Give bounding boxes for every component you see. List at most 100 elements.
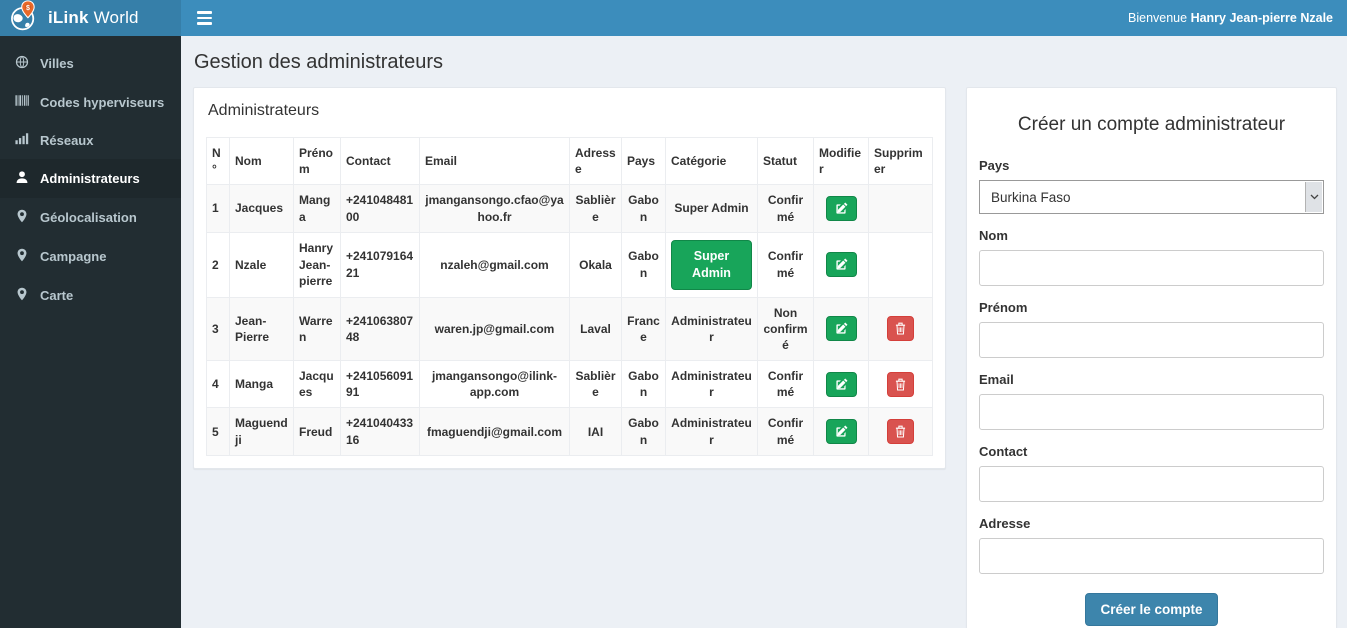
edit-button[interactable] bbox=[825, 371, 857, 397]
cell-email: nzaleh@gmail.com bbox=[419, 231, 570, 298]
sidebar: Villes Codes hyperviseurs Réseaux Admini… bbox=[0, 36, 181, 628]
email-field[interactable] bbox=[979, 394, 1324, 430]
cell-prenom: Jacques bbox=[293, 360, 341, 409]
adresse-label: Adresse bbox=[979, 516, 1031, 531]
cell-categorie: Administrateur bbox=[665, 296, 758, 362]
cell-prenom: Hanry Jean-pierre bbox=[293, 231, 341, 298]
pays-select[interactable]: Burkina Faso bbox=[979, 180, 1324, 214]
cell-adresse: Sablière bbox=[569, 184, 622, 233]
cell-pays: Gabon bbox=[621, 360, 666, 409]
table-row: 2 Nzale Hanry Jean-pierre +24107916421 n… bbox=[206, 231, 933, 298]
col-header-categorie: Catégorie bbox=[665, 136, 758, 186]
col-header-pays: Pays bbox=[621, 136, 666, 186]
delete-button[interactable] bbox=[887, 419, 914, 445]
cell-supprimer-empty bbox=[868, 231, 933, 298]
edit-button[interactable] bbox=[825, 316, 857, 342]
user-icon bbox=[15, 170, 29, 187]
sidebar-item-carte[interactable]: Carte bbox=[0, 276, 181, 315]
cell-numero: 1 bbox=[206, 184, 230, 233]
nom-field[interactable] bbox=[979, 250, 1324, 286]
cell-numero: 3 bbox=[206, 296, 230, 362]
brand-logo[interactable]: $ iLink World bbox=[0, 0, 181, 36]
edit-button[interactable] bbox=[825, 252, 857, 278]
cell-nom: Maguendji bbox=[229, 407, 294, 456]
sidebar-item-administrateurs[interactable]: Administrateurs bbox=[0, 159, 181, 198]
sidebar-item-label: Campagne bbox=[40, 249, 107, 264]
cell-contact: +24104848100 bbox=[340, 184, 420, 233]
cell-adresse: Laval bbox=[569, 296, 622, 362]
welcome-user[interactable]: Bienvenue Hanry Jean-pierre Nzale bbox=[1128, 11, 1333, 25]
col-header-adresse: Adresse bbox=[569, 136, 622, 186]
cell-statut: Non confirmé bbox=[757, 296, 814, 362]
contact-label: Contact bbox=[979, 444, 1028, 459]
cell-nom: Jean-Pierre bbox=[229, 296, 294, 362]
cell-pays: France bbox=[621, 296, 666, 362]
chevron-down-icon bbox=[1305, 182, 1322, 212]
cell-email: jmangansongo@ilink-app.com bbox=[419, 360, 570, 409]
sidebar-item-label: Codes hyperviseurs bbox=[40, 94, 165, 110]
cell-numero: 2 bbox=[206, 231, 230, 298]
cell-email: fmaguendji@gmail.com bbox=[419, 407, 570, 456]
cell-supprimer-empty bbox=[868, 184, 933, 233]
col-header-contact: Contact bbox=[340, 136, 420, 186]
table-row: 3 Jean-Pierre Warren +24106380748 waren.… bbox=[206, 296, 933, 362]
col-header-numero: N° bbox=[206, 136, 230, 186]
cell-pays: Gabon bbox=[621, 184, 666, 233]
delete-button[interactable] bbox=[887, 316, 914, 342]
edit-button[interactable] bbox=[825, 419, 857, 445]
sidebar-item-geolocalisation[interactable]: Géolocalisation bbox=[0, 198, 181, 237]
cell-adresse: Okala bbox=[569, 231, 622, 298]
table-header-row: N° Nom Prénom Contact Email Adresse Pays… bbox=[206, 136, 933, 186]
sidebar-item-codes-hyperviseurs[interactable]: Codes hyperviseurs bbox=[0, 83, 181, 121]
sidebar-item-label: Carte bbox=[40, 288, 74, 303]
top-navbar: Bienvenue Hanry Jean-pierre Nzale bbox=[181, 0, 1347, 36]
cell-statut: Confirmé bbox=[757, 407, 814, 456]
col-header-statut: Statut bbox=[757, 136, 814, 186]
sidebar-toggle-icon[interactable] bbox=[195, 7, 214, 28]
map-marker-icon bbox=[15, 209, 29, 226]
create-account-button[interactable]: Créer le compte bbox=[1085, 593, 1218, 626]
email-label: Email bbox=[979, 372, 1014, 387]
cell-nom: Manga bbox=[229, 360, 294, 409]
adresse-field[interactable] bbox=[979, 538, 1324, 574]
cell-statut: Confirmé bbox=[757, 184, 814, 233]
create-admin-panel: Créer un compte administrateur Pays Burk… bbox=[966, 87, 1337, 628]
sidebar-item-reseaux[interactable]: Réseaux bbox=[0, 121, 181, 159]
main-content: Gestion des administrateurs Administrate… bbox=[181, 36, 1347, 628]
col-header-nom: Nom bbox=[229, 136, 294, 186]
brand-name: iLink World bbox=[48, 8, 139, 27]
cell-nom: Jacques bbox=[229, 184, 294, 233]
cell-prenom: Warren bbox=[293, 296, 341, 362]
cell-prenom: Manga bbox=[293, 184, 341, 233]
cell-email: jmangansongo.cfao@yahoo.fr bbox=[419, 184, 570, 233]
cell-statut: Confirmé bbox=[757, 360, 814, 409]
pays-label: Pays bbox=[979, 158, 1010, 173]
edit-button[interactable] bbox=[825, 196, 857, 222]
col-header-email: Email bbox=[419, 136, 570, 186]
super-admin-badge-button[interactable]: Super Admin bbox=[671, 239, 752, 290]
contact-field[interactable] bbox=[979, 466, 1324, 502]
prenom-field[interactable] bbox=[979, 322, 1324, 358]
sidebar-item-label: Géolocalisation bbox=[40, 210, 137, 225]
cell-categorie: Administrateur bbox=[665, 407, 758, 456]
cell-numero: 5 bbox=[206, 407, 230, 456]
form-title: Créer un compte administrateur bbox=[1017, 114, 1286, 135]
cell-numero: 4 bbox=[206, 360, 230, 409]
sidebar-item-campagne[interactable]: Campagne bbox=[0, 237, 181, 276]
top-header: $ iLink World Bienvenue Hanry Jean-pierr… bbox=[0, 0, 1347, 36]
cell-contact: +24107916421 bbox=[340, 231, 420, 298]
pays-selected-value: Burkina Faso bbox=[991, 189, 1071, 205]
cell-adresse: IAI bbox=[569, 407, 622, 456]
cell-prenom: Freud bbox=[293, 407, 341, 456]
map-marker-icon bbox=[15, 248, 29, 265]
cell-categorie: Super Admin bbox=[665, 184, 758, 233]
col-header-prenom: Prénom bbox=[293, 136, 341, 186]
page-title: Gestion des administrateurs bbox=[194, 51, 444, 73]
cell-categorie: Administrateur bbox=[665, 360, 758, 409]
cell-contact: +24104043316 bbox=[340, 407, 420, 456]
table-row: 5 Maguendji Freud +24104043316 fmaguendj… bbox=[206, 407, 933, 456]
cell-pays: Gabon bbox=[621, 407, 666, 456]
delete-button[interactable] bbox=[887, 371, 914, 397]
nom-label: Nom bbox=[979, 228, 1008, 243]
sidebar-item-villes[interactable]: Villes bbox=[0, 44, 181, 83]
